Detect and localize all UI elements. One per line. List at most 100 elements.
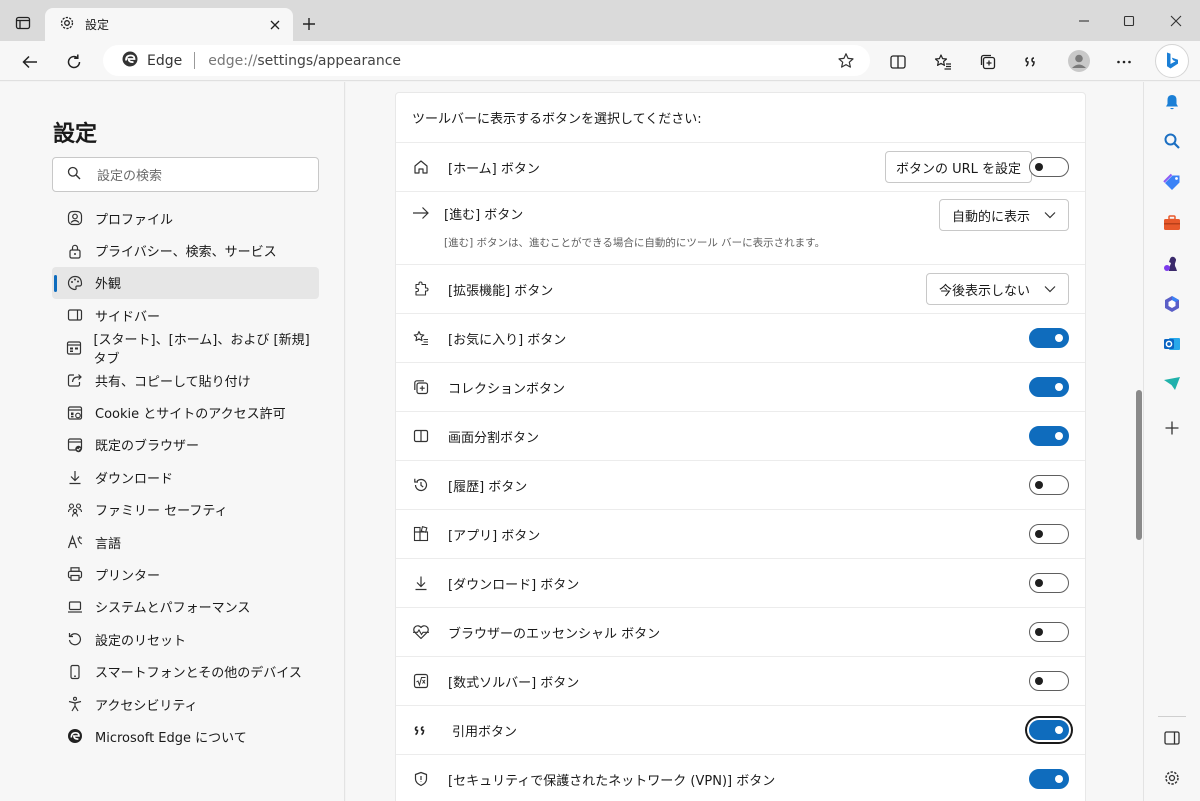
nav-item-label: [スタート]、[ホーム]、および [新規] タブ	[93, 332, 310, 367]
nav-item-printers[interactable]: プリンター	[52, 558, 319, 590]
accessibility-icon	[66, 695, 84, 713]
set-button-url-button[interactable]: ボタンの URL を設定	[885, 151, 1033, 183]
nav-item-privacy[interactable]: プライバシー、検索、サービス	[52, 234, 319, 266]
settings-content: ツールバーに表示するボタンを選択してください: [ホーム] ボタン ボタンの U…	[346, 82, 1142, 801]
citation-icon[interactable]	[1019, 49, 1045, 75]
search-icon[interactable]	[1161, 130, 1183, 152]
settings-search-input[interactable]: 設定の検索	[52, 157, 319, 192]
nav-item-profile[interactable]: プロファイル	[52, 202, 319, 234]
row-split-screen-button: 画面分割ボタン	[396, 412, 1085, 461]
close-window-icon[interactable]	[1165, 10, 1187, 32]
row-description: [進む] ボタンは、進むことができる場合に自動的にツール バーに表示されます。	[444, 237, 826, 249]
puzzle-icon	[412, 280, 430, 298]
split-screen-icon[interactable]	[885, 49, 911, 75]
home-button-toggle[interactable]	[1029, 157, 1069, 177]
nav-item-share-copy-paste[interactable]: 共有、コピーして貼り付け	[52, 364, 319, 396]
split-screen-button-toggle[interactable]	[1029, 426, 1069, 446]
shopping-tag-icon[interactable]	[1161, 172, 1183, 194]
nav-item-label: ダウンロード	[95, 471, 174, 487]
browser-essentials-button-toggle[interactable]	[1029, 622, 1069, 642]
refresh-icon[interactable]	[61, 49, 87, 75]
nav-item-system-performance[interactable]: システムとパフォーマンス	[52, 591, 319, 623]
row-label: [アプリ] ボタン	[448, 528, 541, 544]
forward-arrow-icon	[412, 204, 430, 222]
apps-button-toggle[interactable]	[1029, 524, 1069, 544]
nav-item-reset-settings[interactable]: 設定のリセット	[52, 623, 319, 655]
nav-item-sidebar[interactable]: サイドバー	[52, 299, 319, 331]
collections-icon[interactable]	[975, 49, 1001, 75]
history-icon	[412, 476, 430, 494]
vpn-button-toggle[interactable]	[1029, 769, 1069, 789]
downloads-button-toggle[interactable]	[1029, 573, 1069, 593]
nav-item-languages[interactable]: 言語	[52, 526, 319, 558]
profile-avatar[interactable]	[1065, 47, 1093, 75]
forward-button-dropdown[interactable]: 自動的に表示	[938, 199, 1069, 231]
row-home-button: [ホーム] ボタン ボタンの URL を設定	[396, 143, 1085, 192]
row-label: [お気に入り] ボタン	[448, 332, 567, 348]
nav-item-label: プロファイル	[95, 212, 174, 228]
nav-item-downloads[interactable]: ダウンロード	[52, 461, 319, 493]
tab-actions-icon[interactable]	[12, 12, 34, 34]
row-label: [履歴] ボタン	[448, 479, 528, 495]
sidebar-icon	[66, 306, 84, 324]
tab-settings[interactable]: 設定	[45, 8, 293, 41]
back-icon[interactable]	[17, 49, 43, 75]
hide-sidebar-icon[interactable]	[1161, 727, 1183, 749]
history-button-toggle[interactable]	[1029, 475, 1069, 495]
close-tab-icon[interactable]	[265, 15, 285, 35]
nav-item-about-edge[interactable]: Microsoft Edge について	[52, 720, 319, 752]
heart-pulse-icon	[412, 623, 430, 641]
outlook-icon[interactable]	[1161, 333, 1183, 355]
nav-item-default-browser[interactable]: 既定のブラウザー	[52, 429, 319, 461]
row-downloads-button: [ダウンロード] ボタン	[396, 559, 1085, 608]
notifications-bell-icon[interactable]	[1161, 91, 1183, 113]
more-menu-icon[interactable]	[1111, 49, 1137, 75]
citation-button-toggle[interactable]	[1029, 720, 1069, 740]
dropdown-value: 自動的に表示	[951, 209, 1030, 225]
settings-title: 設定	[53, 122, 98, 147]
search-placeholder: 設定の検索	[97, 169, 163, 184]
nav-item-label: 外観	[95, 277, 122, 293]
nav-item-accessibility[interactable]: アクセシビリティ	[52, 688, 319, 720]
extensions-button-dropdown[interactable]: 今後表示しない	[925, 273, 1069, 305]
favorites-button-toggle[interactable]	[1029, 328, 1069, 348]
nav-item-label: 既定のブラウザー	[95, 439, 200, 455]
games-chess-icon[interactable]	[1161, 253, 1183, 275]
row-label: [数式ソルバー] ボタン	[448, 675, 580, 691]
math-solver-button-toggle[interactable]	[1029, 671, 1069, 691]
gear-icon	[59, 15, 75, 35]
nav-item-label: ファミリー セーフティ	[95, 504, 228, 520]
toolbar-buttons-card: ツールバーに表示するボタンを選択してください: [ホーム] ボタン ボタンの U…	[395, 92, 1086, 801]
sidebar-divider	[1158, 716, 1186, 717]
address-bar[interactable]: Edge edge://settings/appearance	[103, 45, 870, 76]
collections-button-toggle[interactable]	[1029, 377, 1069, 397]
row-label: ブラウザーのエッセンシャル ボタン	[448, 626, 661, 642]
nav-item-phone-devices[interactable]: スマートフォンとその他のデバイス	[52, 655, 319, 687]
scrollbar-thumb[interactable]	[1136, 390, 1142, 540]
default-browser-icon	[66, 436, 84, 454]
maximize-icon[interactable]	[1118, 10, 1140, 32]
nav-item-appearance[interactable]: 外観	[52, 266, 319, 300]
row-vpn-button: [セキュリティで保護されたネットワーク (VPN)] ボタン	[396, 755, 1085, 801]
family-icon	[66, 501, 84, 519]
nav-item-label: アクセシビリティ	[95, 698, 198, 714]
new-tab-button[interactable]	[298, 13, 320, 35]
add-favorite-star-icon[interactable]	[836, 51, 856, 71]
sidebar-settings-gear-icon[interactable]	[1161, 767, 1183, 789]
row-forward-button: [進む] ボタン [進む] ボタンは、進むことができる場合に自動的にツール バー…	[396, 192, 1085, 265]
send-drop-icon[interactable]	[1161, 373, 1183, 395]
add-sidebar-app-icon[interactable]	[1161, 417, 1183, 439]
favorites-icon[interactable]	[930, 49, 956, 75]
nav-item-start-home-newtab[interactable]: [スタート]、[ホーム]、および [新規] タブ	[52, 332, 319, 367]
tools-briefcase-icon[interactable]	[1161, 212, 1183, 234]
edge-logo-icon	[121, 50, 139, 72]
microsoft-365-icon[interactable]	[1161, 293, 1183, 315]
bing-copilot-button[interactable]	[1155, 44, 1189, 78]
minimize-icon[interactable]	[1073, 10, 1095, 32]
row-label: コレクションボタン	[448, 381, 566, 397]
row-apps-button: [アプリ] ボタン	[396, 510, 1085, 559]
download-icon	[412, 574, 430, 592]
nav-item-family-safety[interactable]: ファミリー セーフティ	[52, 494, 319, 526]
row-history-button: [履歴] ボタン	[396, 461, 1085, 510]
nav-item-cookies[interactable]: Cookie とサイトのアクセス許可	[52, 396, 319, 428]
